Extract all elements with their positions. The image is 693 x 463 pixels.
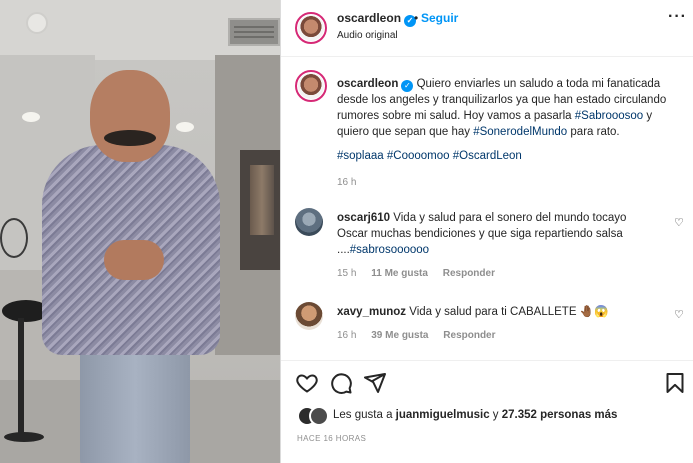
comment-time: 16 h bbox=[337, 330, 357, 341]
caption-username[interactable]: oscardleon bbox=[337, 78, 398, 90]
decor-sphere bbox=[0, 218, 28, 258]
post-header: oscardleon ✓ • Seguir Audio original ··· bbox=[281, 0, 693, 57]
comment-time: 15 h bbox=[337, 268, 357, 279]
verified-icon: ✓ bbox=[401, 80, 414, 92]
post-actions: Les gusta a juanmiguelmusic y 27.352 per… bbox=[281, 360, 693, 463]
post-timestamp: HACE 16 HORAS bbox=[297, 434, 367, 443]
air-vent bbox=[228, 18, 280, 46]
hashtag-link[interactable]: #SonerodelMundo bbox=[473, 126, 567, 138]
liker-avatar[interactable] bbox=[309, 406, 329, 426]
comment-heart-icon[interactable]: ♡ bbox=[674, 216, 684, 229]
commenter-username[interactable]: oscarj610 bbox=[337, 212, 390, 224]
commenter-avatar[interactable] bbox=[295, 302, 323, 330]
bookmark-icon[interactable] bbox=[663, 371, 687, 395]
person-head bbox=[90, 70, 170, 162]
post-panel: oscardleon ✓ • Seguir Audio original ··· … bbox=[281, 0, 693, 463]
comment-emoji: 🤚🏾😱 bbox=[579, 306, 609, 318]
ceiling-light bbox=[22, 112, 40, 122]
comment-heart-icon[interactable]: ♡ bbox=[674, 308, 684, 321]
comment-body: Vida y salud para ti CABALLETE bbox=[409, 306, 580, 318]
video-clothes bbox=[250, 165, 274, 235]
commenter-avatar[interactable] bbox=[295, 208, 323, 236]
smoke-detector bbox=[26, 12, 48, 34]
commenter-username[interactable]: xavy_munoz bbox=[337, 306, 406, 318]
reply-button[interactable]: Responder bbox=[443, 330, 495, 341]
hashtag-link[interactable]: #Coooomoo bbox=[387, 150, 450, 162]
person-hands bbox=[104, 240, 164, 280]
likes-summary: Les gusta a juanmiguelmusic y 27.352 per… bbox=[297, 406, 687, 428]
ceiling-light bbox=[176, 122, 194, 132]
share-icon[interactable] bbox=[363, 371, 387, 395]
follow-button[interactable]: Seguir bbox=[421, 11, 458, 25]
comment-likes[interactable]: 11 Me gusta bbox=[371, 268, 428, 279]
hashtag-link[interactable]: #OscardLeon bbox=[453, 150, 522, 162]
author-avatar[interactable] bbox=[295, 12, 327, 44]
hashtag-link[interactable]: #Sabrooosoo bbox=[575, 110, 643, 122]
reply-button[interactable]: Responder bbox=[443, 268, 495, 279]
comment-text: oscarj610 Vida y salud para el sonero de… bbox=[337, 210, 657, 258]
hashtag-link[interactable]: #soplaaa bbox=[337, 150, 384, 162]
caption-hashtags: #soplaaa #Coooomoo #OscardLeon bbox=[337, 150, 522, 162]
hashtag-link[interactable]: #sabrosoooooo bbox=[350, 244, 429, 256]
liker-username[interactable]: juanmiguelmusic bbox=[396, 409, 490, 421]
more-icon[interactable]: ··· bbox=[668, 8, 687, 26]
caption-avatar[interactable] bbox=[295, 70, 327, 102]
person-mustache bbox=[104, 130, 156, 146]
author-username-text[interactable]: oscardleon bbox=[337, 11, 401, 25]
likes-text: Les gusta a juanmiguelmusic y 27.352 per… bbox=[333, 409, 617, 421]
comment-likes[interactable]: 39 Me gusta bbox=[371, 330, 428, 341]
author-username[interactable]: oscardleon ✓ bbox=[337, 11, 417, 27]
comment-text: xavy_munoz Vida y salud para ti CABALLET… bbox=[337, 304, 657, 320]
comment-icon[interactable] bbox=[329, 371, 353, 395]
heart-icon[interactable] bbox=[295, 371, 319, 395]
caption-time: 16 h bbox=[337, 177, 357, 188]
post-video[interactable] bbox=[0, 0, 280, 463]
bar-stool-leg bbox=[18, 318, 24, 438]
audio-link[interactable]: Audio original bbox=[337, 30, 398, 41]
comment-meta: 16 h 39 Me gusta Responder bbox=[337, 330, 508, 341]
bar-stool-base bbox=[4, 432, 44, 442]
likes-prefix: Les gusta a bbox=[333, 409, 396, 421]
separator-dot: • bbox=[414, 11, 419, 25]
comment-meta: 15 h 11 Me gusta Responder bbox=[337, 268, 507, 279]
likes-middle: y bbox=[489, 409, 502, 421]
likes-count[interactable]: 27.352 personas más bbox=[502, 409, 618, 421]
caption-body-3: para rato. bbox=[567, 126, 620, 138]
caption-text: oscardleon ✓ Quiero enviarles un saludo a… bbox=[337, 76, 683, 140]
